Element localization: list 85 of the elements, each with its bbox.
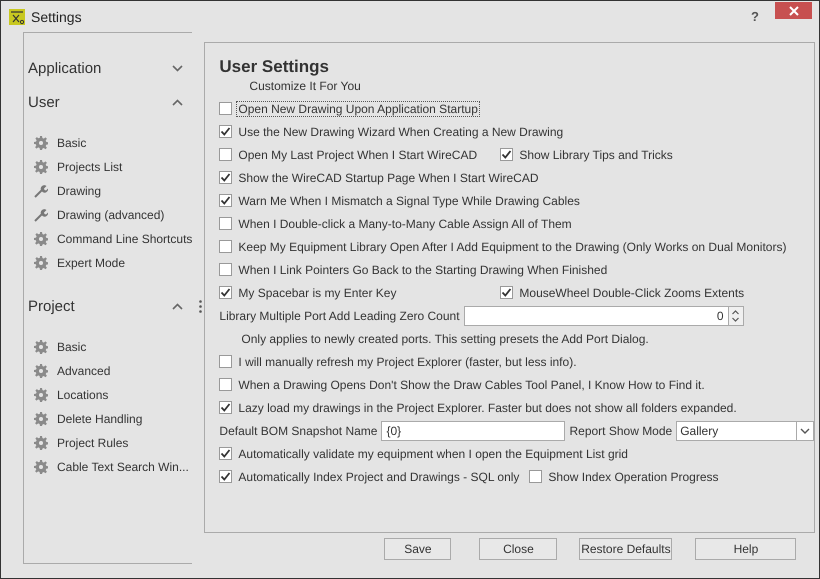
up-down-arrows-icon: [731, 308, 740, 324]
dialog-button[interactable]: Restore Defaults: [579, 538, 672, 560]
section-header[interactable]: Application: [28, 60, 172, 76]
sidebar-item[interactable]: Projects List: [57, 160, 122, 174]
sidebar-item[interactable]: Advanced: [57, 364, 110, 378]
checkbox[interactable]: [500, 286, 514, 299]
number-field[interactable]: 0: [464, 306, 729, 326]
checkbox-label[interactable]: Show Index Operation Progress: [546, 468, 721, 484]
gear-icon: [34, 460, 48, 474]
checkbox-label[interactable]: Automatically Index Project and Drawings - SQL only: [236, 468, 522, 484]
gear-icon: [34, 340, 48, 354]
wrench-icon: [34, 208, 48, 222]
checkbox[interactable]: [219, 125, 232, 138]
field-label: Library Multiple Port Add Leading Zero Count: [219, 308, 460, 322]
checkbox[interactable]: [219, 355, 232, 368]
chevron-down-icon[interactable]: [172, 64, 183, 72]
sidebar-item[interactable]: Expert Mode: [57, 256, 126, 270]
checkbox[interactable]: [219, 286, 232, 299]
window-title: Settings: [31, 8, 82, 24]
checkbox[interactable]: [219, 171, 232, 184]
wrench-icon: [34, 184, 48, 198]
gear-icon: [34, 436, 48, 450]
checkbox[interactable]: [219, 378, 232, 391]
close-icon: [788, 6, 798, 16]
checkbox-label[interactable]: When I Double-click a Many-to-Many Cable Assign All of Them: [236, 216, 574, 232]
checkbox-label[interactable]: Show Library Tips and Tricks: [517, 146, 675, 162]
gear-icon: [34, 160, 48, 174]
checkbox[interactable]: [219, 263, 232, 276]
app-logo-icon: [9, 8, 25, 24]
dialog-button[interactable]: Close: [479, 538, 558, 560]
checkbox[interactable]: [219, 194, 232, 207]
dialog-button[interactable]: Help: [695, 538, 796, 560]
dropdown[interactable]: Gallery: [676, 420, 814, 440]
checkbox[interactable]: [219, 148, 232, 161]
gear-icon: [34, 364, 48, 378]
section-header[interactable]: Project: [28, 298, 172, 314]
panel-subtitle: Customize It For You: [249, 79, 362, 93]
checkbox-label[interactable]: Use the New Drawing Wizard When Creating a New Drawing: [236, 124, 566, 140]
gear-icon: [34, 232, 48, 246]
checkbox-label[interactable]: Automatically validate my equipment when I open the Equipment List grid: [236, 446, 630, 462]
checkbox[interactable]: [500, 148, 514, 161]
sidebar-item[interactable]: Drawing: [57, 184, 102, 198]
checkbox-label[interactable]: Show the WireCAD Startup Page When I Start WireCAD: [236, 170, 541, 186]
checkbox[interactable]: [219, 470, 232, 483]
sidebar-item[interactable]: Basic: [57, 136, 86, 150]
sidebar-item[interactable]: Project Rules: [57, 436, 128, 450]
close-button[interactable]: [775, 2, 812, 19]
help-button[interactable]: ?: [747, 9, 763, 24]
checkbox[interactable]: [219, 102, 232, 115]
sidebar-item[interactable]: Basic: [57, 340, 86, 354]
gear-icon: [34, 256, 48, 270]
gear-icon: [34, 412, 48, 426]
checkbox-label[interactable]: Open My Last Project When I Start WireCAD: [236, 146, 480, 162]
checkbox-label[interactable]: Open New Drawing Upon Application Startup: [236, 100, 480, 116]
checkbox[interactable]: [219, 240, 232, 253]
sidebar-item[interactable]: Delete Handling: [57, 412, 142, 426]
gear-icon: [34, 388, 48, 402]
gear-icon: [34, 136, 48, 150]
input-field[interactable]: {0}: [381, 420, 566, 440]
checkbox[interactable]: [219, 447, 232, 460]
checkbox-label[interactable]: MouseWheel Double-Click Zooms Extents: [517, 284, 746, 300]
checkbox[interactable]: [219, 217, 232, 230]
sidebar-item[interactable]: Locations: [57, 388, 108, 402]
section-header[interactable]: User: [28, 94, 172, 110]
field-label: Default BOM Snapshot Name: [219, 424, 378, 438]
panel-title: User Settings: [219, 57, 330, 77]
chevron-up-icon[interactable]: [172, 302, 183, 310]
sidebar-item[interactable]: Command Line Shortcuts: [57, 232, 192, 246]
checkbox[interactable]: [529, 470, 542, 483]
spinner-control[interactable]: [728, 306, 744, 326]
sidebar-item[interactable]: Drawing (advanced): [57, 208, 164, 222]
checkbox-label[interactable]: Warn Me When I Mismatch a Signal Type While Drawing Cables: [236, 192, 582, 208]
checkbox[interactable]: [219, 401, 232, 414]
sidebar-item[interactable]: Cable Text Search Win...: [57, 460, 189, 474]
field-label: Report Show Mode: [569, 424, 672, 438]
checkbox-label[interactable]: Lazy load my drawings in the Project Explorer. Faster but does not show all folders expanded.: [236, 400, 739, 416]
checkbox-label[interactable]: When a Drawing Opens Don't Show the Draw Cables Tool Panel, I Know How to Find it.: [236, 376, 707, 392]
checkbox-label[interactable]: My Spacebar is my Enter Key: [236, 284, 398, 300]
checkbox-label[interactable]: I will manually refresh my Project Explorer (faster, but less info).: [236, 354, 579, 370]
splitter-handle-icon[interactable]: [199, 300, 202, 313]
chevron-up-icon[interactable]: [172, 98, 183, 106]
hint-text: Only applies to newly created ports. This setting presets the Add Port Dialog.: [241, 332, 649, 346]
checkbox-label[interactable]: When I Link Pointers Go Back to the Starting Drawing When Finished: [236, 262, 610, 278]
dialog-button[interactable]: Save: [384, 538, 452, 560]
checkbox-label[interactable]: Keep My Equipment Library Open After I Add Equipment to the Drawing (Only Works on Dual Monitors): [236, 238, 788, 254]
